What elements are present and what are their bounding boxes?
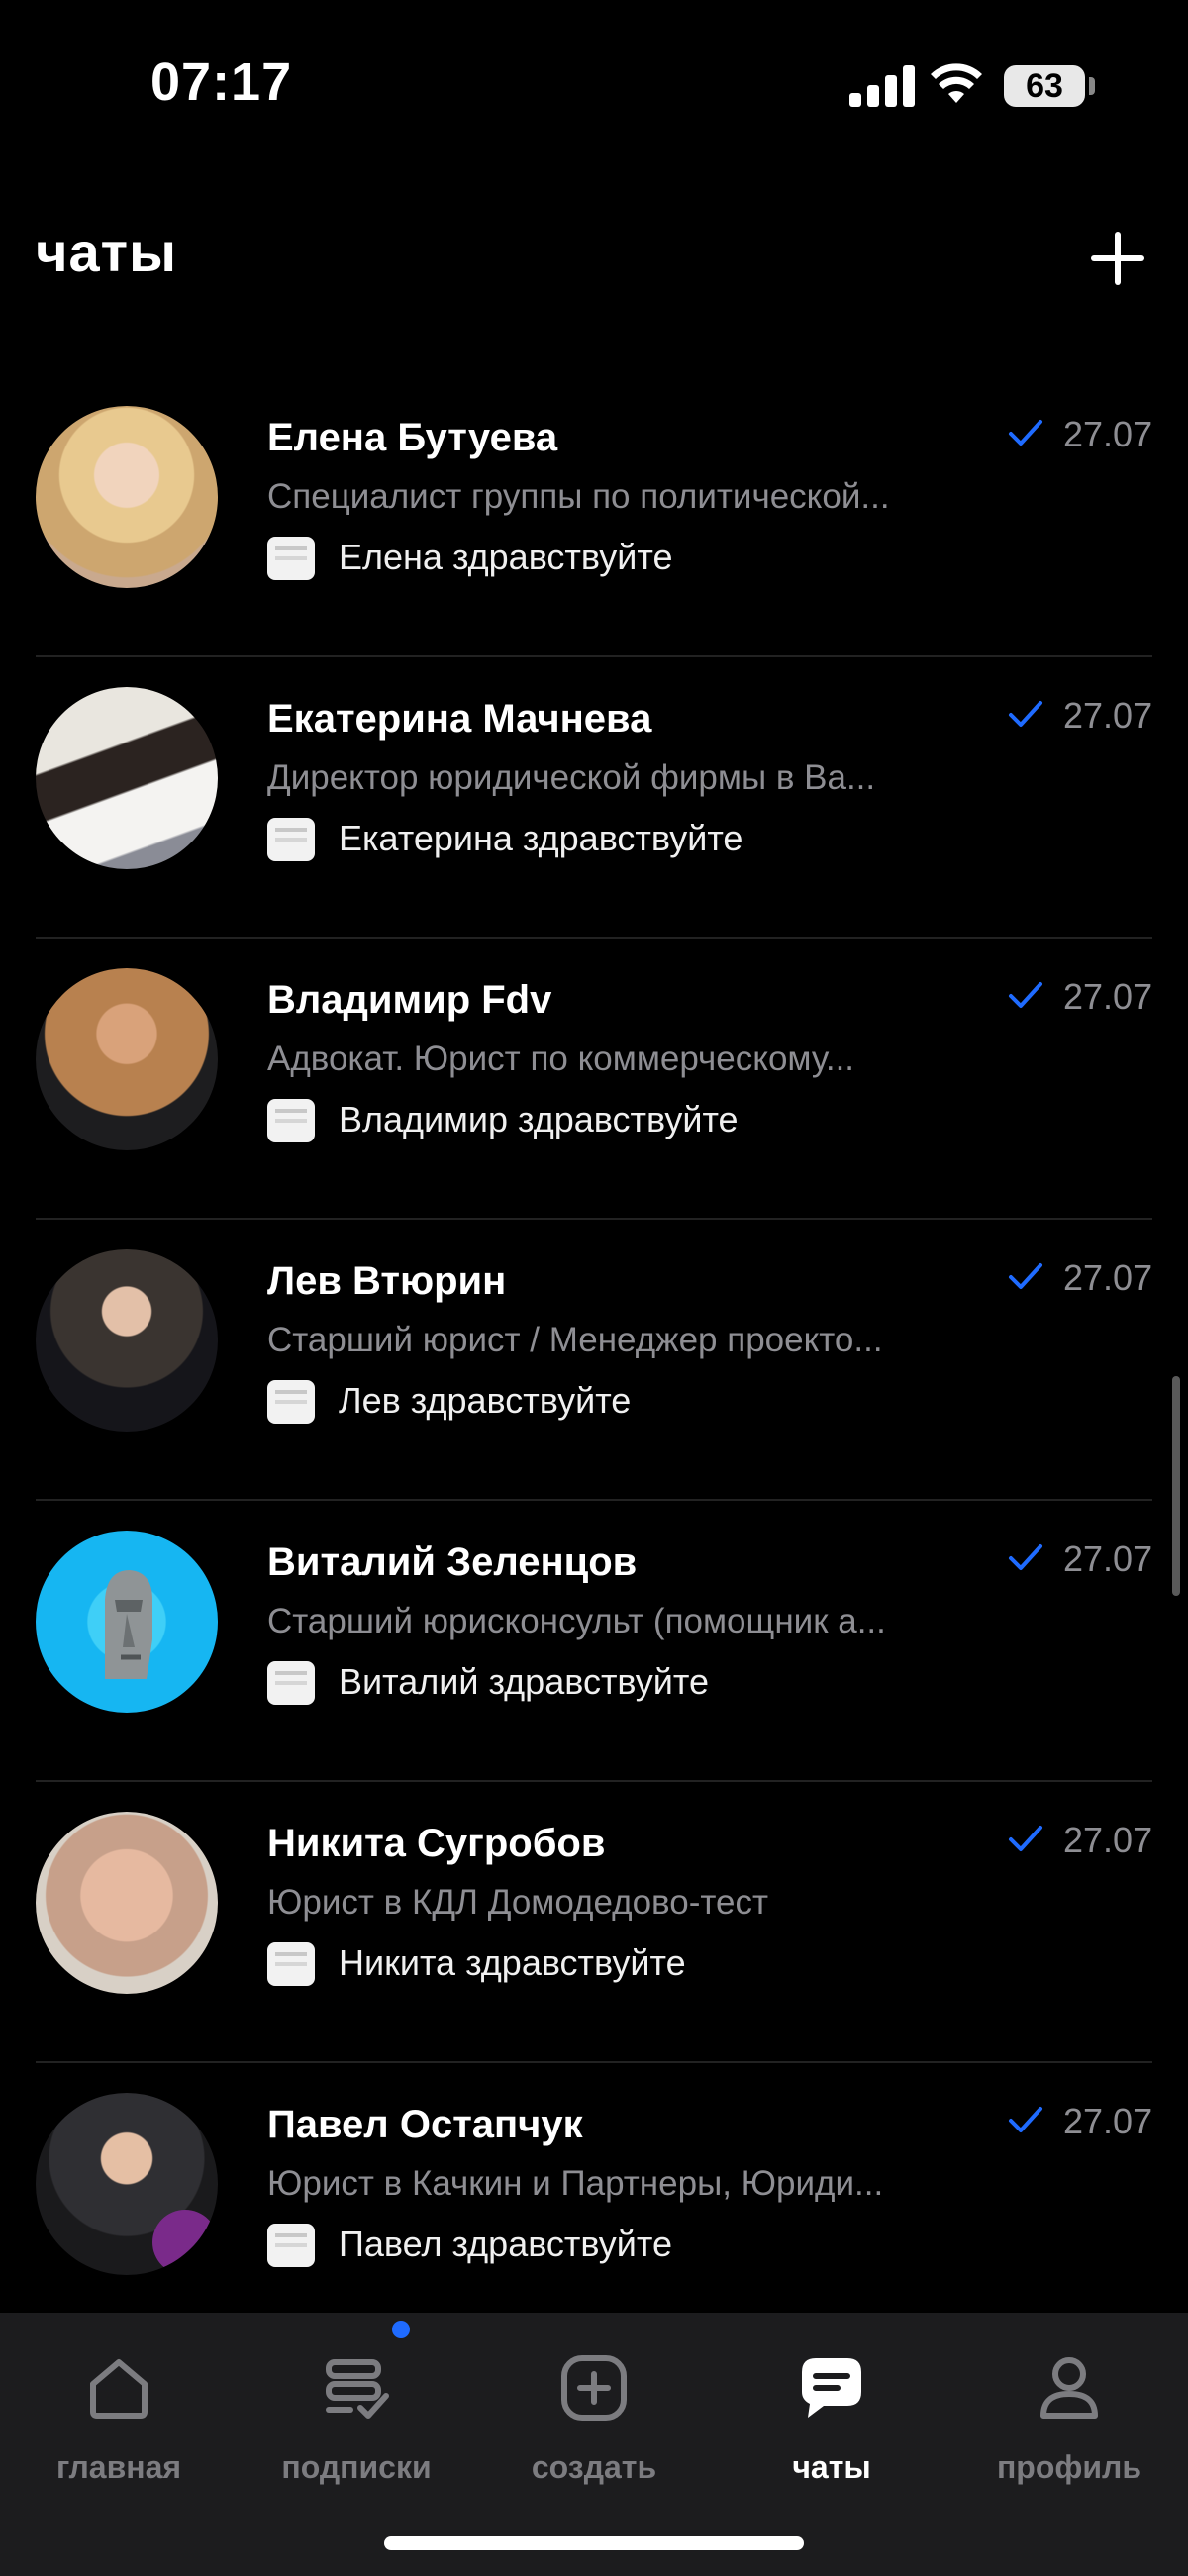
chat-item[interactable]: Владимир Fdv Адвокат. Юрист по коммерчес… (0, 939, 1188, 1220)
chat-preview-text: Виталий здравствуйте (339, 1661, 709, 1702)
chat-date: 27.07 (1063, 1820, 1153, 1860)
avatar (36, 687, 218, 869)
signal-icon (849, 63, 915, 107)
chat-name: Елена Бутуева (267, 416, 558, 459)
chat-date: 27.07 (1063, 1257, 1153, 1298)
subscriptions-icon (326, 2359, 389, 2419)
chat-name: Никита Сугробов (267, 1822, 606, 1865)
chat-name: Виталий Зеленцов (267, 1540, 638, 1584)
home-icon (90, 2359, 148, 2419)
avatar (36, 1249, 218, 1432)
document-icon (267, 2224, 315, 2267)
check-icon (1009, 1826, 1042, 1851)
tab-profile[interactable]: профиль (970, 2334, 1168, 2513)
chat-name: Екатерина Мачнева (267, 697, 652, 741)
check-icon (1009, 2107, 1042, 2132)
check-icon (1009, 982, 1042, 1008)
check-icon (1009, 420, 1042, 446)
battery-indicator: 63 (1004, 65, 1085, 107)
document-icon (267, 537, 315, 580)
moai-icon (105, 1570, 152, 1679)
chat-preview-text: Павел здравствуйте (339, 2224, 672, 2264)
chat-item[interactable]: Елена Бутуева Специалист группы по полит… (0, 376, 1188, 657)
tab-home[interactable]: главная (20, 2334, 218, 2513)
avatar (36, 1531, 218, 1713)
chat-item[interactable]: Виталий Зеленцов Старший юрисконсульт (п… (0, 1501, 1188, 1782)
document-icon (267, 1942, 315, 1986)
tab-create[interactable]: создать (495, 2334, 693, 2513)
check-icon (1009, 1544, 1042, 1570)
add-chat-button[interactable] (1087, 228, 1148, 289)
page-title: чаты (36, 221, 177, 283)
check-icon (1009, 701, 1042, 727)
scrollbar[interactable] (1172, 1376, 1180, 1596)
chat-subtitle: Юрист в Качкин и Партнеры, Юриди... (267, 2164, 884, 2203)
chat-subtitle: Директор юридической фирмы в Ва... (267, 758, 876, 797)
chat-date: 27.07 (1063, 976, 1153, 1017)
document-icon (267, 1661, 315, 1705)
document-icon (267, 818, 315, 861)
create-icon (561, 2355, 627, 2421)
chat-preview-text: Никита здравствуйте (339, 1942, 686, 1983)
chat-item[interactable]: Екатерина Мачнева Директор юридической ф… (0, 657, 1188, 939)
chat-date: 27.07 (1063, 414, 1153, 454)
tab-label: профиль (996, 2449, 1142, 2485)
chat-subtitle: Специалист группы по политической... (267, 477, 890, 516)
tab-label: подписки (281, 2449, 432, 2485)
chat-date: 27.07 (1063, 2101, 1153, 2141)
avatar (36, 1812, 218, 1994)
tab-label: главная (55, 2449, 182, 2485)
chat-subtitle: Старший юрисконсульт (помощник а... (267, 1602, 886, 1640)
chat-name: Лев Втюрин (267, 1259, 507, 1303)
document-icon (267, 1099, 315, 1142)
home-indicator[interactable] (384, 2536, 804, 2550)
online-badge (152, 2210, 218, 2275)
chat-date: 27.07 (1063, 1538, 1153, 1579)
tab-label: создать (531, 2449, 657, 2485)
chat-name: Павел Остапчук (267, 2103, 583, 2146)
chat-preview-text: Владимир здравствуйте (339, 1099, 739, 1139)
chat-subtitle: Адвокат. Юрист по коммерческому... (267, 1040, 855, 1078)
wifi-icon (931, 63, 982, 103)
chat-list: Елена Бутуева Специалист группы по полит… (0, 376, 1188, 2344)
notification-dot (392, 2321, 410, 2338)
chat-item[interactable]: Павел Остапчук Юрист в Качкин и Партнеры… (0, 2063, 1188, 2344)
avatar (36, 968, 218, 1150)
chat-subtitle: Юрист в КДЛ Домодедово-тест (267, 1883, 769, 1922)
chat-preview-text: Лев здравствуйте (339, 1380, 632, 1421)
avatar (36, 2093, 218, 2275)
battery-tip (1089, 77, 1095, 95)
chat-preview-text: Екатерина здравствуйте (339, 818, 743, 858)
document-icon (267, 1380, 315, 1424)
chat-name: Владимир Fdv (267, 978, 552, 1022)
chat-preview-text: Елена здравствуйте (339, 537, 673, 577)
check-icon (1009, 1263, 1042, 1289)
tab-chats[interactable]: чаты (733, 2334, 931, 2513)
status-time: 07:17 (150, 52, 293, 112)
tab-subscriptions[interactable]: подписки (257, 2334, 455, 2513)
chat-item[interactable]: Лев Втюрин Старший юрист / Менеджер прое… (0, 1220, 1188, 1501)
status-bar: 07:17 63 (0, 0, 1188, 178)
avatar (36, 406, 218, 588)
chat-subtitle: Старший юрист / Менеджер проекто... (267, 1321, 883, 1359)
profile-icon (1040, 2357, 1098, 2419)
chat-date: 27.07 (1063, 695, 1153, 736)
chat-icon (802, 2358, 861, 2418)
chat-item[interactable]: Никита Сугробов Юрист в КДЛ Домодедово-т… (0, 1782, 1188, 2063)
tab-label: чаты (792, 2449, 871, 2485)
